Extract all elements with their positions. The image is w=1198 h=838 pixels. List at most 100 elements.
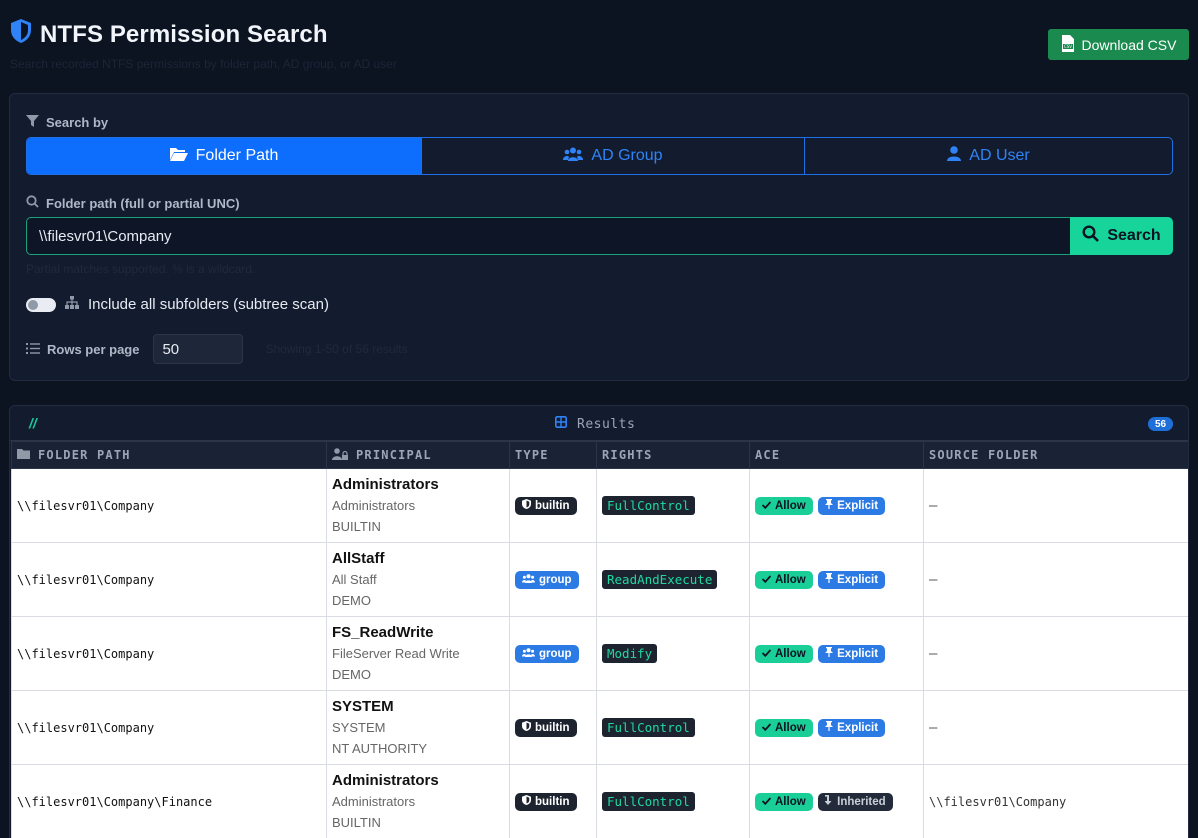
type-cell: group bbox=[509, 616, 597, 691]
allow-badge-label: Allow bbox=[775, 648, 806, 660]
folder-path-value: \\filesvr01\Company bbox=[17, 720, 155, 735]
col-principal[interactable]: PRINCIPAL bbox=[326, 441, 510, 469]
tab-ad-user[interactable]: AD User bbox=[805, 138, 1172, 174]
principal-cell: SYSTEM SYSTEM NT AUTHORITY bbox=[326, 690, 510, 765]
ace-cell: Allow Explicit bbox=[749, 468, 924, 543]
search-by-text: Search by bbox=[46, 115, 109, 130]
folder-path-value: \\filesvr01\Company\Finance bbox=[17, 794, 213, 809]
source-folder-cell: — bbox=[923, 616, 1188, 691]
folder-path-input[interactable] bbox=[26, 217, 1070, 255]
rights-badge: Modify bbox=[602, 644, 658, 663]
principal-cell: AllStaff All Staff DEMO bbox=[326, 542, 510, 617]
user-icon bbox=[947, 146, 962, 166]
rows-per-page-input[interactable] bbox=[153, 334, 244, 364]
folder-path-value: \\filesvr01\Company bbox=[17, 498, 155, 513]
ace-cell: Allow Explicit bbox=[749, 542, 924, 617]
folder-path-cell: \\filesvr01\Company bbox=[11, 542, 327, 617]
rights-badge: FullControl bbox=[602, 496, 695, 515]
tab-folder-path[interactable]: Folder Path bbox=[27, 138, 422, 174]
results-table: FOLDER PATH PRINCIPAL TYPE RIGHTS ACE SO… bbox=[11, 441, 1188, 838]
allow-badge-label: Allow bbox=[775, 574, 806, 586]
origin-badge: Explicit bbox=[818, 496, 886, 515]
tab-folder-path-label: Folder Path bbox=[195, 147, 279, 164]
table-row[interactable]: \\filesvr01\Company AllStaff All Staff DEMO… bbox=[11, 542, 1188, 617]
rights-cell: FullControl bbox=[596, 690, 750, 765]
thumbtack-icon bbox=[825, 647, 834, 660]
rights-badge: ReadAndExecute bbox=[602, 570, 718, 589]
source-folder-empty: — bbox=[929, 719, 938, 736]
folder-path-value: \\filesvr01\Company bbox=[17, 646, 155, 661]
table-row[interactable]: \\filesvr01\Company Administrators Adminis… bbox=[11, 468, 1188, 543]
col-type[interactable]: TYPE bbox=[509, 441, 597, 469]
table-row[interactable]: \\filesvr01\Company SYSTEM SYSTEM NT AUTHOR… bbox=[11, 690, 1188, 765]
search-button[interactable]: Search bbox=[1070, 217, 1173, 255]
tab-ad-group[interactable]: AD Group bbox=[422, 138, 805, 174]
table-row[interactable]: \\filesvr01\Company\Finance Administrator… bbox=[11, 764, 1188, 838]
allow-badge: Allow bbox=[755, 719, 813, 737]
search-button-label: Search bbox=[1107, 227, 1161, 244]
source-folder-cell: — bbox=[923, 468, 1188, 543]
col-ace[interactable]: ACE bbox=[749, 441, 924, 469]
col-rights[interactable]: RIGHTS bbox=[596, 441, 750, 469]
principal-display-name: FileServer Read Write bbox=[332, 646, 460, 661]
search-icon bbox=[1082, 225, 1100, 247]
page-title: NTFS Permission Search bbox=[10, 18, 397, 51]
allow-badge: Allow bbox=[755, 571, 813, 589]
check-icon bbox=[761, 648, 772, 660]
results-title: Results bbox=[555, 416, 635, 432]
allow-badge-label: Allow bbox=[775, 722, 806, 734]
search-mode-tabs: Folder Path AD Group AD User bbox=[26, 137, 1173, 175]
source-folder-cell: \\filesvr01\Company bbox=[923, 764, 1188, 838]
users-icon bbox=[563, 147, 584, 166]
principal-cell: FS_ReadWrite FileServer Read Write DEMO bbox=[326, 616, 510, 691]
col-type-label: TYPE bbox=[515, 448, 549, 462]
rights-badge: FullControl bbox=[602, 718, 695, 737]
principal-domain: BUILTIN bbox=[332, 519, 381, 534]
folder-icon bbox=[17, 448, 30, 462]
allow-badge: Allow bbox=[755, 793, 813, 811]
principal-display-name: SYSTEM bbox=[332, 720, 386, 735]
type-badge: builtin bbox=[515, 496, 577, 515]
folder-path-field-label: Folder path (full or partial UNC) bbox=[26, 195, 240, 211]
results-count-badge: 56 bbox=[1148, 417, 1173, 431]
rows-per-page-row: Rows per page Showing 1-50 of 56 results bbox=[26, 334, 408, 364]
table-row[interactable]: \\filesvr01\Company FS_ReadWrite FileServe… bbox=[11, 616, 1188, 691]
shield-small-icon bbox=[522, 721, 531, 734]
table-header-row: FOLDER PATH PRINCIPAL TYPE RIGHTS ACE SO… bbox=[11, 441, 1188, 469]
allow-badge-label: Allow bbox=[775, 796, 806, 808]
search-by-label: Search by bbox=[26, 115, 108, 130]
col-rights-label: RIGHTS bbox=[602, 448, 653, 462]
col-principal-label: PRINCIPAL bbox=[356, 447, 432, 462]
col-source-folder-label: SOURCE FOLDER bbox=[929, 448, 1039, 462]
type-badge-label: group bbox=[539, 648, 572, 660]
sitemap-icon bbox=[65, 296, 79, 313]
search-hint: Partial matches supported. % is a wildca… bbox=[26, 262, 256, 276]
type-badge: builtin bbox=[515, 792, 577, 811]
origin-badge-label: Explicit bbox=[837, 499, 879, 512]
origin-badge-label: Explicit bbox=[837, 647, 879, 660]
user-lock-icon bbox=[332, 447, 348, 463]
principal-domain: DEMO bbox=[332, 667, 371, 682]
csv-file-icon: CSV bbox=[1061, 34, 1075, 55]
col-ace-label: ACE bbox=[755, 448, 781, 462]
col-source-folder[interactable]: SOURCE FOLDER bbox=[923, 441, 1188, 469]
principal-name: Administrators bbox=[332, 772, 439, 789]
download-csv-button[interactable]: CSV Download CSV bbox=[1048, 29, 1189, 60]
col-folder-path[interactable]: FOLDER PATH bbox=[11, 441, 327, 469]
principal-name: AllStaff bbox=[332, 550, 385, 567]
search-row: Search bbox=[26, 217, 1173, 255]
thumbtack-icon bbox=[825, 499, 834, 512]
subfolders-label: Include all subfolders (subtree scan) bbox=[88, 296, 329, 313]
principal-display-name: Administrators bbox=[332, 794, 416, 809]
principal-domain: BUILTIN bbox=[332, 815, 381, 830]
folder-path-cell: \\filesvr01\Company\Finance bbox=[11, 764, 327, 838]
page-title-text: NTFS Permission Search bbox=[40, 20, 328, 48]
allow-badge: Allow bbox=[755, 645, 813, 663]
folder-path-cell: \\filesvr01\Company bbox=[11, 690, 327, 765]
tab-ad-group-label: AD Group bbox=[591, 147, 663, 164]
subfolders-toggle[interactable] bbox=[26, 297, 56, 312]
origin-badge-label: Inherited bbox=[837, 795, 886, 808]
showing-count: Showing 1-50 of 56 results bbox=[265, 342, 408, 356]
type-badge-label: builtin bbox=[535, 795, 570, 808]
thumbtack-icon bbox=[825, 573, 834, 586]
